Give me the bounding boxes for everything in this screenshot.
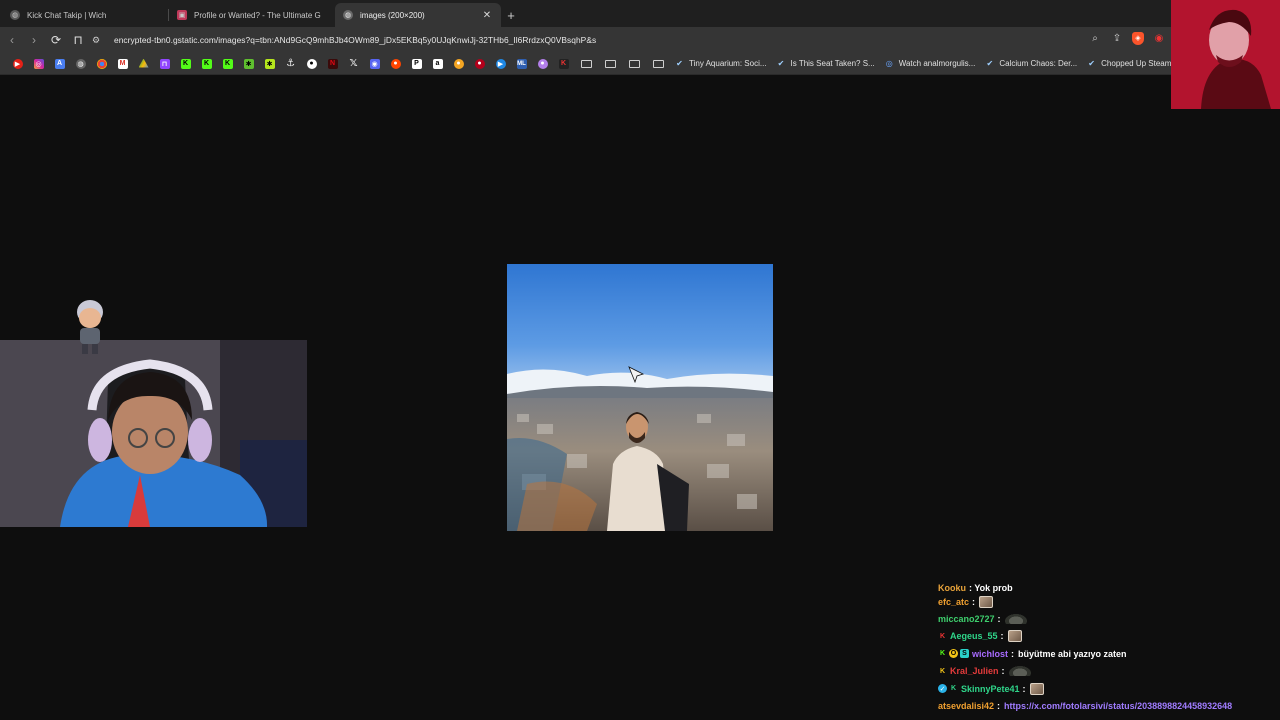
twitch-icon[interactable]: ⊓	[154, 56, 175, 72]
red-circle-icon[interactable]: ●	[469, 56, 490, 72]
chat-message: K Kral_Julien:	[938, 663, 1280, 680]
share-icon[interactable]: ⇪	[1110, 31, 1124, 45]
tab-images[interactable]: ◍ images (200×200) ✕	[335, 3, 501, 27]
amazon-icon[interactable]: a	[427, 56, 448, 72]
bookmark-icon[interactable]: ⊓	[68, 30, 88, 50]
instagram-icon[interactable]: ◎	[28, 56, 49, 72]
chat-overlay: Kooku : Yok prob efc_atc: miccano2727: K…	[938, 584, 1280, 720]
globe-icon[interactable]: ◍	[70, 56, 91, 72]
zoom-icon[interactable]: ⌕	[1088, 31, 1102, 45]
brave-shields-icon[interactable]: ◈	[1132, 31, 1144, 45]
chat-message: atsevdalisi42: https://x.com/fotolarsivi…	[938, 701, 1233, 712]
url-text[interactable]: encrypted-tbn0.gstatic.com/images?q=tbn:…	[114, 35, 596, 45]
kick-badge-icon: K	[939, 650, 946, 658]
emote-icon	[1007, 630, 1022, 643]
displayed-image[interactable]	[507, 264, 773, 531]
back-button[interactable]: ‹	[2, 30, 22, 50]
move-cursor-icon	[628, 366, 645, 384]
reload-button[interactable]: ⟳	[46, 30, 66, 50]
kick-icon[interactable]: K	[175, 56, 196, 72]
tab-title: Kick Chat Takip | Wich	[27, 10, 107, 20]
steam-icon: ✔	[986, 59, 994, 68]
puzzle-icon[interactable]: ✱	[259, 56, 280, 72]
chat-message: K Aegeus_55:	[938, 628, 1280, 645]
emote-icon	[1008, 666, 1031, 677]
bookmark-chopped-up[interactable]: ✔ Chopped Up Steam	[1082, 56, 1176, 72]
steam-icon: ✔	[676, 59, 683, 68]
bookmark-calcium-chaos[interactable]: ✔ Calcium Chaos: Der...	[980, 56, 1082, 72]
chat-link[interactable]: https://x.com/fotolarsivi/status/2038898…	[1004, 701, 1232, 711]
tab-profile-or-wanted[interactable]: ▣ Profile or Wanted? - The Ultimate G	[169, 3, 335, 27]
anchor-icon[interactable]: ⚓	[280, 56, 301, 72]
chat-message: miccano2727:	[938, 610, 1280, 627]
folder-icon[interactable]	[622, 56, 646, 72]
puzzle-icon[interactable]: ✱	[238, 56, 259, 72]
globe-icon: ◍	[10, 10, 20, 20]
address-bar[interactable]: ⚙ encrypted-tbn0.gstatic.com/images?q=tb…	[88, 30, 1078, 50]
kick-icon[interactable]: K	[217, 56, 238, 72]
netflix-icon[interactable]: N	[322, 56, 343, 72]
sub-badge-icon: S	[960, 649, 969, 659]
bookmarks-bar: ▶ ◎ A ◍ M ⊓ K K K ✱ ✱ ⚓ ● N 𝕏 ◉ ● P a ● …	[0, 53, 1280, 75]
play-icon[interactable]: ▶	[490, 56, 511, 72]
youtube-icon[interactable]: ▶	[7, 56, 28, 72]
steam-icon: ✔	[777, 59, 785, 68]
kick-icon[interactable]: K	[196, 56, 217, 72]
close-icon[interactable]: ✕	[481, 10, 493, 21]
drive-icon[interactable]	[133, 56, 154, 72]
discord-icon[interactable]: ◉	[364, 56, 385, 72]
x-icon[interactable]: 𝕏	[343, 56, 364, 72]
og-badge-icon: O	[949, 649, 958, 659]
kick-badge-icon: K	[950, 685, 957, 693]
translate-icon[interactable]: A	[49, 56, 70, 72]
chat-message: efc_atc:	[938, 593, 1280, 610]
media-icon[interactable]: ML	[511, 56, 532, 72]
kick-badge-icon: K	[939, 632, 946, 640]
folder-icon[interactable]	[598, 56, 622, 72]
chat-message: ✓ K SkinnyPete41:	[938, 680, 1280, 697]
kick-badge-icon: K	[939, 667, 946, 675]
profile-portrait-overlay	[1171, 0, 1280, 109]
site-info-icon[interactable]: ⚙	[92, 35, 106, 46]
emote-icon	[1029, 682, 1044, 695]
chat-message: K O S wichlost: büyütme abi yazıyo zaten	[939, 648, 1127, 659]
mascot-avatar-icon	[77, 300, 103, 354]
toolbar: ‹ › ⟳ ⊓ ⚙ encrypted-tbn0.gstatic.com/ima…	[0, 27, 1280, 53]
bookmark-watch[interactable]: ◎ Watch analmorgulis...	[880, 56, 981, 72]
tab-kick-chat[interactable]: ◍ Kick Chat Takip | Wich	[2, 3, 168, 27]
webcam-overlay	[0, 340, 307, 527]
bookmark-tiny-aquarium[interactable]: ✔ Tiny Aquarium: Soci...	[670, 56, 772, 72]
tab-title: images (200×200)	[360, 10, 425, 20]
tab-title: Profile or Wanted? - The Ultimate G	[194, 10, 321, 20]
gmail-icon[interactable]: M	[112, 56, 133, 72]
kick-icon[interactable]: K	[553, 56, 574, 72]
folder-icon[interactable]	[646, 56, 670, 72]
orange-circle-icon[interactable]: ●	[448, 56, 469, 72]
ublock-icon[interactable]: ◉	[1152, 31, 1166, 45]
page-content: Kooku : Yok prob efc_atc: miccano2727: K…	[0, 0, 1280, 720]
forward-button[interactable]: ›	[24, 30, 44, 50]
patreon-icon[interactable]: P	[406, 56, 427, 72]
github-icon[interactable]: ●	[301, 56, 322, 72]
steam-icon: ✔	[1088, 59, 1095, 68]
tab-strip: ◍ Kick Chat Takip | Wich ▣ Profile or Wa…	[0, 0, 1280, 27]
verified-badge-icon: ✓	[938, 684, 947, 694]
globe-icon: ◍	[343, 10, 353, 20]
chrome-icon[interactable]	[91, 56, 112, 72]
co-icon: ◎	[885, 59, 893, 68]
itch-icon: ▣	[177, 10, 187, 20]
folder-icon[interactable]	[574, 56, 598, 72]
emote-icon	[979, 595, 994, 608]
reddit-icon[interactable]: ●	[385, 56, 406, 72]
emote-icon	[1004, 614, 1027, 625]
circle-icon[interactable]: ●	[532, 56, 553, 72]
new-tab-button[interactable]: +	[501, 3, 521, 27]
bookmark-seat-taken[interactable]: ✔ Is This Seat Taken? S...	[772, 56, 880, 72]
chat-message: Kooku : Yok prob	[938, 584, 1013, 593]
